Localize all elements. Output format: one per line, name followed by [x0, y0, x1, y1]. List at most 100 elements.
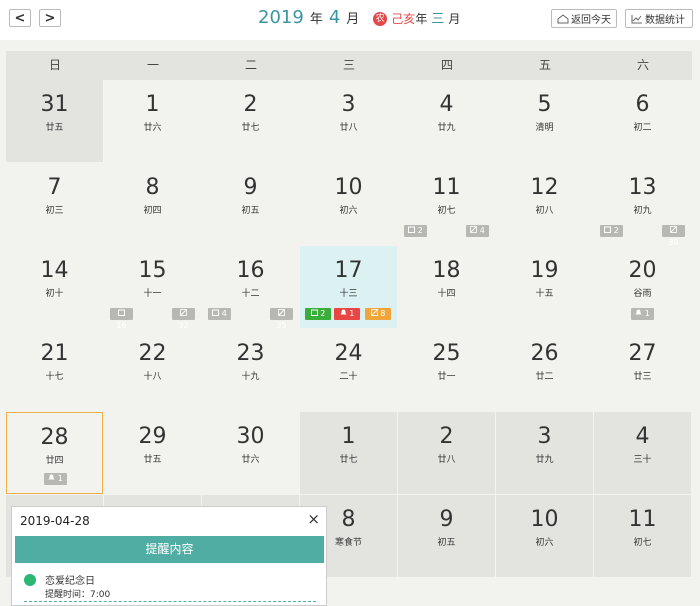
- day-cell[interactable]: 31 廿五: [6, 80, 103, 162]
- note-badge[interactable]: 38: [662, 225, 685, 247]
- prev-month-button[interactable]: <: [9, 9, 31, 27]
- calendar-badge[interactable]: 2: [305, 308, 331, 320]
- calendar-badge[interactable]: 2: [404, 225, 427, 237]
- chevron-right-icon: >: [44, 10, 56, 26]
- day-cell[interactable]: 1 廿六: [104, 80, 201, 162]
- note-badge[interactable]: 32: [172, 308, 195, 330]
- day-number: 26: [530, 341, 559, 366]
- reminder-name[interactable]: 恋爱纪念日: [45, 572, 95, 587]
- calendar-badge[interactable]: 4: [208, 308, 231, 320]
- next-month-button[interactable]: >: [39, 9, 61, 27]
- day-cell[interactable]: 26 廿二: [496, 329, 593, 411]
- year-value[interactable]: 2019: [258, 7, 304, 28]
- lunar-date: 初五: [437, 538, 456, 548]
- day-cell[interactable]: 23 十九: [202, 329, 299, 411]
- day-cell[interactable]: 8 初四: [104, 163, 201, 245]
- close-icon[interactable]: ×: [307, 510, 320, 528]
- day-cell[interactable]: 9 初五: [398, 495, 495, 577]
- day-cell[interactable]: 2 廿七: [202, 80, 299, 162]
- lunar-date: 十三: [339, 289, 358, 299]
- day-number: 9: [439, 507, 454, 532]
- day-cell[interactable]: 21 十七: [6, 329, 103, 411]
- day-cell[interactable]: 11 初七: [594, 495, 691, 577]
- lunar-date: 初二: [633, 123, 652, 133]
- month-value[interactable]: 4: [329, 7, 340, 28]
- day-cell[interactable]: 11 初七 2 4: [398, 163, 495, 245]
- day-cell[interactable]: 6 初二: [594, 80, 691, 162]
- lunar-date: 十七: [45, 372, 64, 382]
- day-number: 8: [145, 175, 160, 200]
- event-badges: 2 1 8: [300, 308, 397, 321]
- day-cell[interactable]: 3 廿八: [300, 80, 397, 162]
- day-cell[interactable]: 28 廿四 1: [6, 412, 103, 494]
- calendar-badge[interactable]: 2: [600, 225, 623, 237]
- day-number: 20: [628, 258, 657, 283]
- popup-date: 2019-04-28: [20, 514, 90, 528]
- bell-badge[interactable]: 1: [631, 308, 654, 320]
- ganzhi-year: 己亥: [391, 12, 416, 26]
- lunar-date: 十一: [143, 289, 162, 299]
- note-badge[interactable]: 35: [270, 308, 293, 330]
- weekday-wed: 三: [342, 58, 355, 72]
- day-cell[interactable]: 10 初六: [496, 495, 593, 577]
- lunar-date: 廿七: [339, 455, 358, 465]
- lunar-date: 初七: [437, 206, 456, 216]
- bell-badge[interactable]: 1: [334, 308, 360, 320]
- day-cell[interactable]: 19 十五: [496, 246, 593, 328]
- week-row: 21 十七 22 十八 23 十九 24 二十 25 廿一 26 廿二 27 廿三: [6, 329, 692, 412]
- month-title: 2019 年 4 月 农 己亥 年 三 月: [258, 7, 460, 33]
- weekday-sun: 日: [48, 58, 61, 72]
- event-badges: 1: [594, 308, 691, 321]
- day-cell[interactable]: 9 初五: [202, 163, 299, 245]
- day-cell[interactable]: 5 清明: [496, 80, 593, 162]
- day-cell[interactable]: 13 初九 2 38: [594, 163, 691, 247]
- day-number: 30: [236, 424, 265, 449]
- note-badge[interactable]: 4: [466, 225, 489, 237]
- lunar-date: 清明: [535, 123, 554, 133]
- day-cell[interactable]: 18 十四: [398, 246, 495, 328]
- day-cell[interactable]: 10 初六: [300, 163, 397, 245]
- day-cell[interactable]: 3 廿九: [496, 412, 593, 494]
- day-cell[interactable]: 20 谷雨 1: [594, 246, 691, 328]
- weekday-tue: 二: [244, 58, 257, 72]
- day-cell[interactable]: 29 廿五: [104, 412, 201, 494]
- day-number: 6: [635, 92, 650, 117]
- badge-count: 2: [417, 226, 423, 235]
- day-cell[interactable]: 12 初八: [496, 163, 593, 245]
- day-cell[interactable]: 22 十八: [104, 329, 201, 411]
- day-cell[interactable]: 2 廿八: [398, 412, 495, 494]
- day-cell[interactable]: 4 三十: [594, 412, 691, 494]
- lunar-date: 初五: [241, 206, 260, 216]
- badge-count: 2: [320, 309, 326, 318]
- day-number: 4: [439, 92, 454, 117]
- note-icon: [278, 309, 285, 318]
- day-cell[interactable]: 24 二十: [300, 329, 397, 411]
- day-cell[interactable]: 17 十三 2 1 8: [300, 246, 397, 328]
- lunar-date: 初八: [535, 206, 554, 216]
- day-cell[interactable]: 16 十二 4 35: [202, 246, 299, 330]
- day-cell[interactable]: 30 廿六: [202, 412, 299, 494]
- weekday-thu: 四: [440, 58, 453, 72]
- day-cell[interactable]: 7 初三: [6, 163, 103, 245]
- day-number: 25: [432, 341, 461, 366]
- reminder-popup: 2019-04-28 × 提醒内容 恋爱纪念日 提醒时间：7:00: [11, 506, 327, 606]
- day-cell[interactable]: 15 十一 16 32: [104, 246, 201, 330]
- bell-badge[interactable]: 1: [44, 473, 67, 485]
- back-to-today-button[interactable]: 返回今天: [551, 9, 617, 28]
- weekday-header: 日 一 二 三 四 五 六: [6, 51, 692, 80]
- lunar-date: 十九: [241, 372, 260, 382]
- note-badge[interactable]: 8: [365, 308, 391, 320]
- note-icon: [470, 226, 478, 235]
- statistics-button[interactable]: 数据统计: [625, 9, 693, 28]
- back-to-today-label: 返回今天: [571, 15, 611, 26]
- day-cell[interactable]: 25 廿一: [398, 329, 495, 411]
- day-number: 10: [334, 175, 363, 200]
- calendar-icon: [310, 309, 318, 318]
- day-cell[interactable]: 4 廿九: [398, 80, 495, 162]
- day-cell[interactable]: 1 廿七: [300, 412, 397, 494]
- lunar-date: 十四: [437, 289, 456, 299]
- note-icon: [180, 309, 187, 318]
- day-cell[interactable]: 27 廿三: [594, 329, 691, 411]
- day-cell[interactable]: 14 初十: [6, 246, 103, 328]
- calendar-badge[interactable]: 16: [110, 308, 133, 330]
